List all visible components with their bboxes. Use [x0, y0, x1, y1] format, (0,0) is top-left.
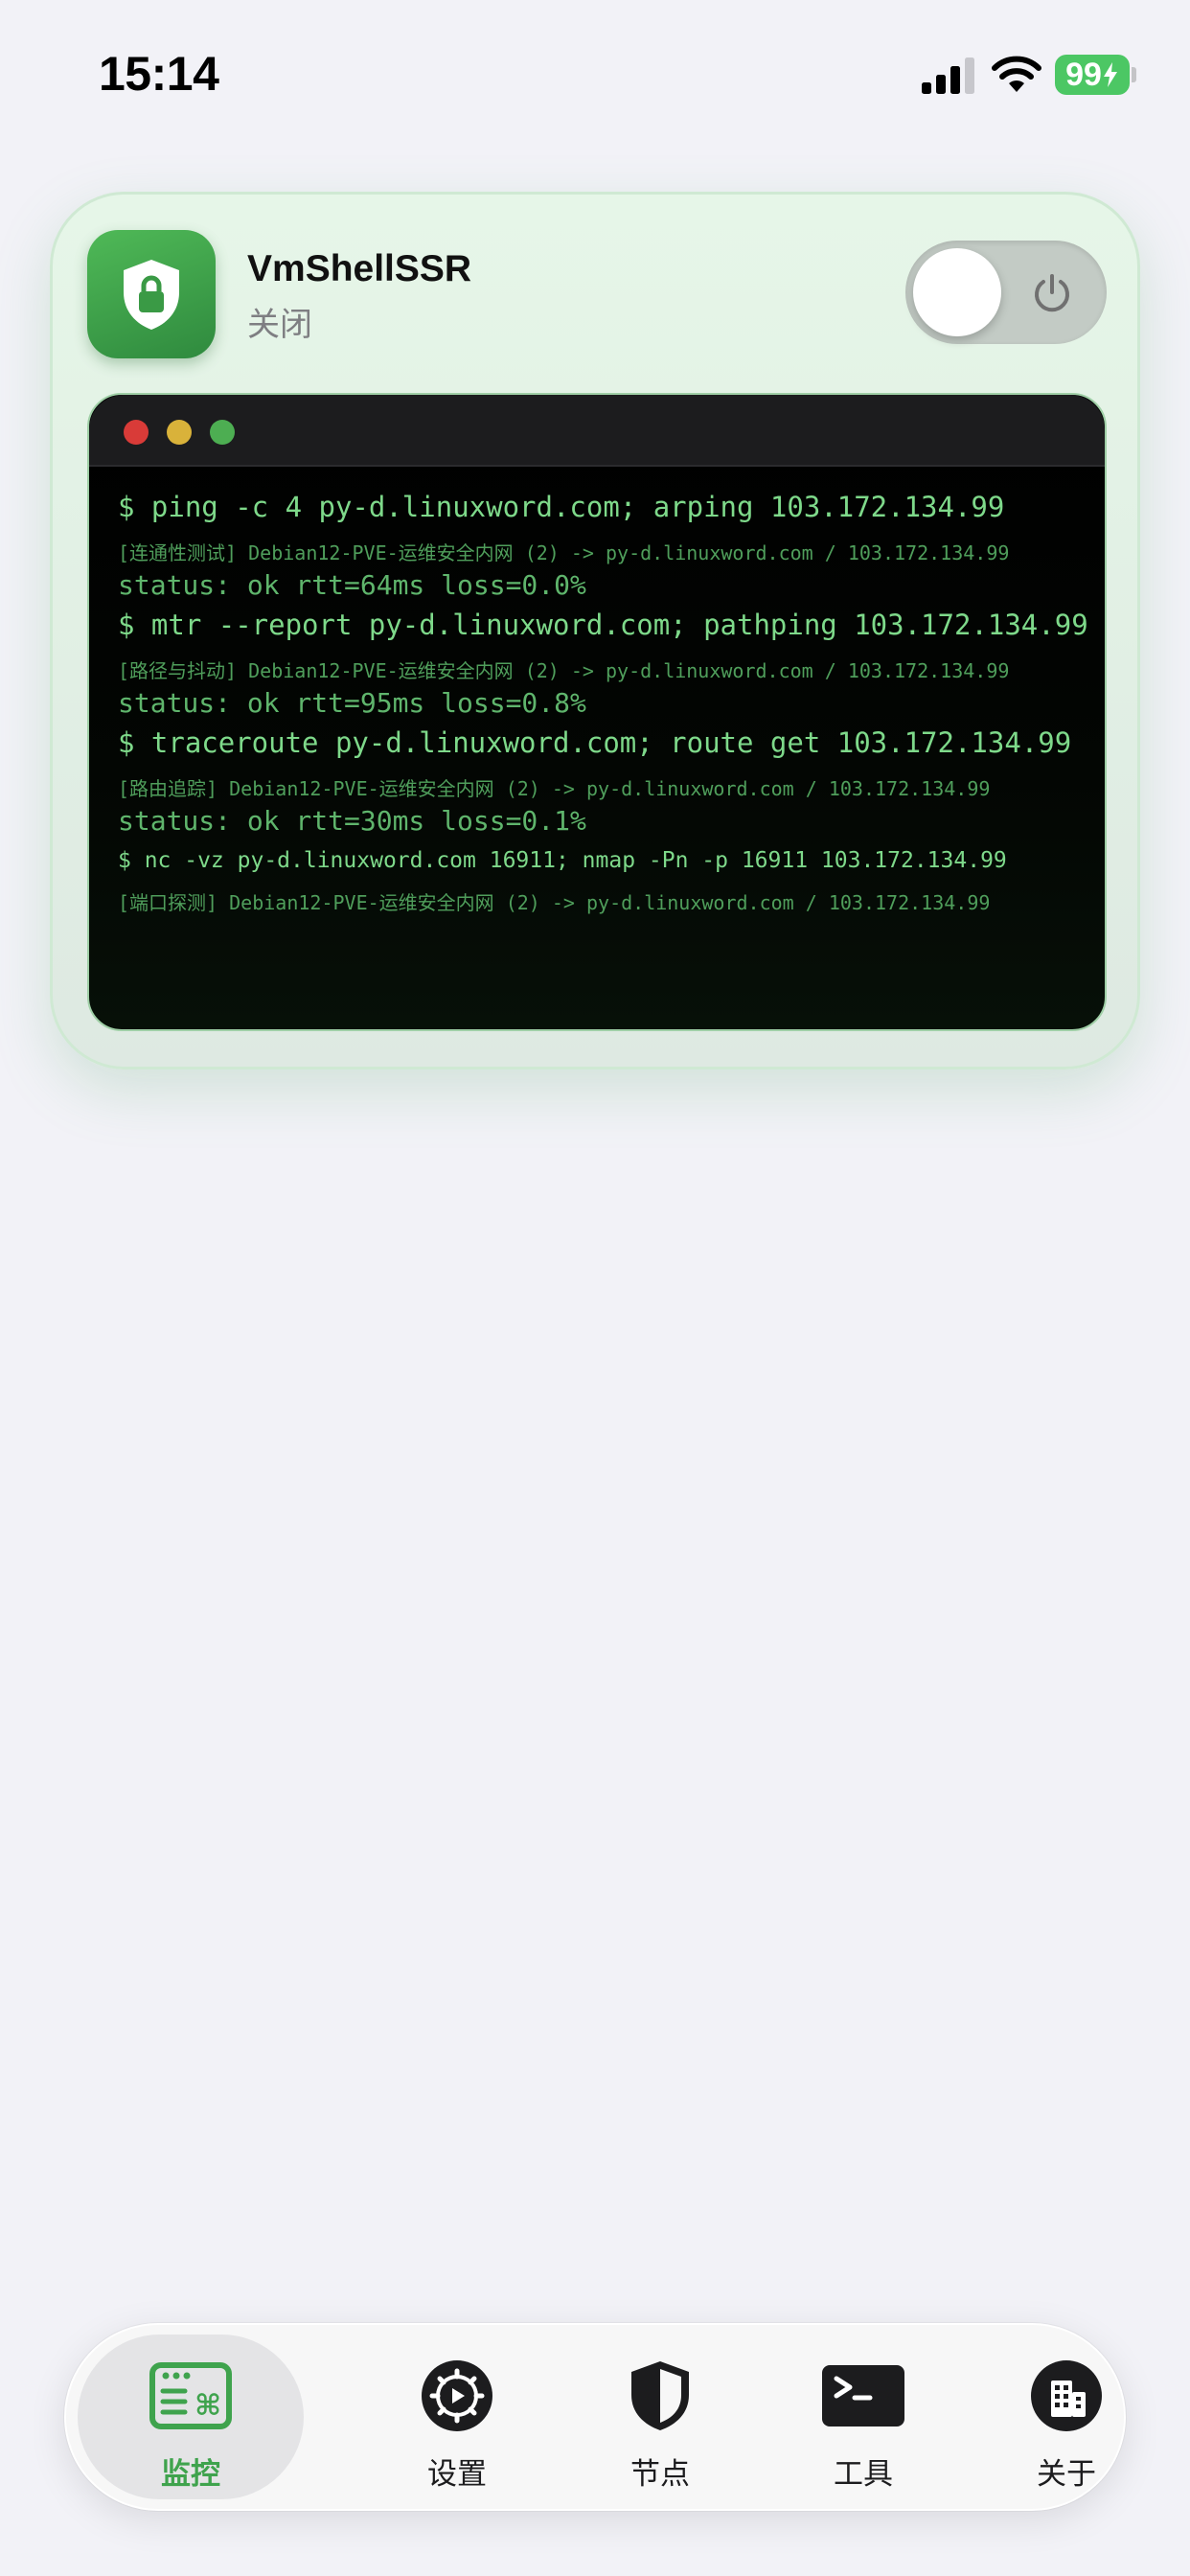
terminal-meta: [端口探测] Debian12-PVE-运维安全内网 (2) -> py-d.l…	[118, 891, 991, 914]
terminal-meta: [连通性测试] Debian12-PVE-运维安全内网 (2) -> py-d.…	[118, 541, 1010, 564]
app-title: VmShellSSR	[247, 248, 472, 289]
shield-icon	[631, 2361, 689, 2430]
gear-icon	[422, 2360, 492, 2431]
terminal-icon	[822, 2365, 904, 2426]
tab-bar: ⌘ 监控 设置 节点 工具 关于	[64, 2323, 1126, 2511]
terminal-status: status: ok rtt=95ms loss=0.8%	[118, 687, 586, 719]
terminal-status: status: ok rtt=64ms loss=0.0%	[118, 569, 586, 601]
tab-monitor[interactable]: ⌘ 监控	[78, 2334, 304, 2499]
tab-settings[interactable]: 设置	[344, 2334, 570, 2499]
tab-label: 节点	[630, 2457, 690, 2491]
battery-level: 99	[1065, 56, 1102, 93]
terminal-meta: [路由追踪] Debian12-PVE-运维安全内网 (2) -> py-d.l…	[118, 777, 991, 800]
tab-nodes[interactable]: 节点	[547, 2334, 773, 2499]
building-icon	[1031, 2360, 1102, 2431]
monitor-dashboard-icon: ⌘	[149, 2362, 232, 2429]
close-dot-icon	[124, 420, 149, 445]
tab-label: 设置	[427, 2457, 487, 2491]
signal-icon	[922, 58, 974, 94]
terminal-command: $ nc -vz py-d.linuxword.com 16911; nmap …	[118, 848, 1007, 873]
battery-cap	[1132, 67, 1136, 82]
status-time: 15:14	[99, 47, 219, 101]
terminal-status: status: ok rtt=30ms loss=0.1%	[118, 805, 586, 837]
minimize-dot-icon	[167, 420, 192, 445]
tab-label: 关于	[1037, 2457, 1096, 2491]
terminal-titlebar	[89, 395, 1105, 467]
tab-label: 监控	[161, 2457, 220, 2491]
terminal-window: $ ping -c 4 py-d.linuxword.com; arping 1…	[87, 393, 1107, 1031]
terminal-command: $ mtr --report py-d.linuxword.com; pathp…	[118, 609, 1088, 641]
tab-label: 工具	[834, 2457, 893, 2491]
wifi-icon	[992, 56, 1041, 92]
terminal-meta: [路径与抖动] Debian12-PVE-运维安全内网 (2) -> py-d.…	[118, 659, 1010, 682]
connection-status: 关闭	[247, 307, 312, 343]
vpn-card: VmShellSSR 关闭 $ ping -c 4 py-d.linuxword…	[50, 192, 1140, 1070]
charging-bolt-icon	[1103, 62, 1117, 87]
power-icon	[1035, 274, 1069, 312]
maximize-dot-icon	[210, 420, 235, 445]
toggle-knob[interactable]	[913, 248, 1001, 336]
battery-charging-icon: 99	[1055, 55, 1130, 95]
power-toggle[interactable]	[905, 241, 1107, 344]
tab-about[interactable]: 关于	[953, 2334, 1179, 2499]
terminal-command: $ traceroute py-d.linuxword.com; route g…	[118, 726, 1072, 759]
tab-tools[interactable]: 工具	[750, 2334, 976, 2499]
terminal-command: $ ping -c 4 py-d.linuxword.com; arping 1…	[118, 491, 1005, 523]
status-bar: 15:14 99	[0, 0, 1190, 144]
svg-text:⌘: ⌘	[195, 2389, 221, 2423]
shield-lock-icon	[87, 230, 216, 358]
